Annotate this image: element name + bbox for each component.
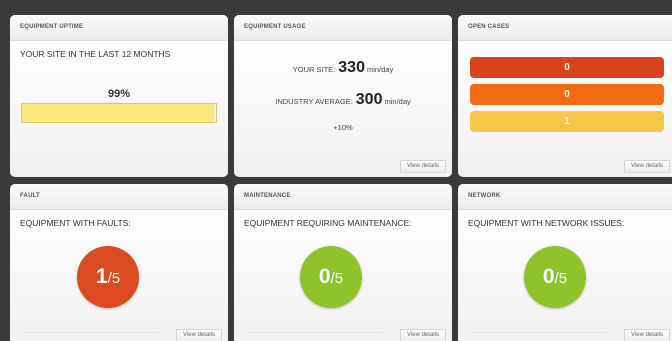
maintenance-card-header: MAINTENANCE (234, 184, 452, 210)
maintenance-total: /5 (330, 270, 344, 287)
open-cases-card-header: OPEN CASES (458, 15, 672, 41)
usage-industry-unit: min/day (384, 97, 411, 106)
uptime-subtitle: YOUR SITE IN THE LAST 12 MONTHS (20, 49, 171, 59)
open-cases-card: OPEN CASES 0 0 1 View details (458, 15, 672, 177)
network-card: NETWORK EQUIPMENT WITH NETWORK ISSUES: 0… (458, 184, 672, 341)
open-cases-view-details-button[interactable]: View details (624, 160, 670, 173)
maintenance-subtitle: EQUIPMENT REQUIRING MAINTENANCE: (244, 218, 412, 228)
fault-count-circle: 1/5 (77, 246, 139, 308)
fault-count: 1 (95, 265, 108, 288)
usage-view-details-button[interactable]: View details (400, 160, 446, 173)
uptime-progress-fill (22, 104, 215, 122)
maintenance-count-circle: 0/5 (300, 246, 362, 308)
usage-site-value: 330 (338, 59, 365, 76)
maintenance-card: MAINTENANCE EQUIPMENT REQUIRING MAINTENA… (234, 184, 452, 341)
fault-subtitle: EQUIPMENT WITH FAULTS: (20, 218, 131, 228)
usage-card: EQUIPMENT USAGE YOUR SITE: 330 min/day IND… (234, 15, 452, 177)
network-view-details-button[interactable]: View details (624, 329, 670, 341)
fault-view-details-button[interactable]: View details (176, 329, 222, 341)
maintenance-count: 0 (318, 265, 331, 288)
usage-card-header: EQUIPMENT USAGE (234, 15, 452, 41)
maintenance-view-details-button[interactable]: View details (400, 329, 446, 341)
network-count-circle: 0/5 (524, 246, 586, 308)
usage-site-line: YOUR SITE: 330 min/day (234, 59, 452, 77)
fault-card-header: FAULT (10, 184, 228, 210)
uptime-card: EQUIPMENT UPTIME YOUR SITE IN THE LAST 1… (10, 15, 228, 177)
usage-industry-value: 300 (355, 91, 383, 108)
fault-total: /5 (107, 270, 121, 287)
network-count: 0 (542, 265, 555, 288)
uptime-progress-bar (21, 103, 217, 123)
uptime-percent: 99% (107, 88, 131, 100)
usage-delta: +10% (333, 123, 353, 132)
usage-industry-line: INDUSTRY AVERAGE: 300 min/day (234, 91, 452, 109)
network-divider (472, 332, 606, 333)
open-cases-bar-medium[interactable]: 1 (470, 111, 664, 132)
network-card-header: NETWORK (458, 184, 672, 210)
usage-industry-label: INDUSTRY AVERAGE: (275, 97, 353, 106)
usage-site-unit: min/day (366, 65, 394, 74)
open-cases-bar-critical[interactable]: 0 (470, 57, 664, 78)
uptime-card-header: EQUIPMENT UPTIME (10, 15, 228, 41)
open-cases-bar-high[interactable]: 0 (470, 84, 664, 105)
fault-card: FAULT EQUIPMENT WITH FAULTS: 1/5 View de… (10, 184, 228, 341)
maintenance-divider (248, 332, 382, 333)
usage-site-label: YOUR SITE: (292, 65, 336, 74)
network-subtitle: EQUIPMENT WITH NETWORK ISSUES: (468, 218, 625, 228)
fault-divider (24, 332, 158, 333)
network-total: /5 (554, 270, 568, 287)
